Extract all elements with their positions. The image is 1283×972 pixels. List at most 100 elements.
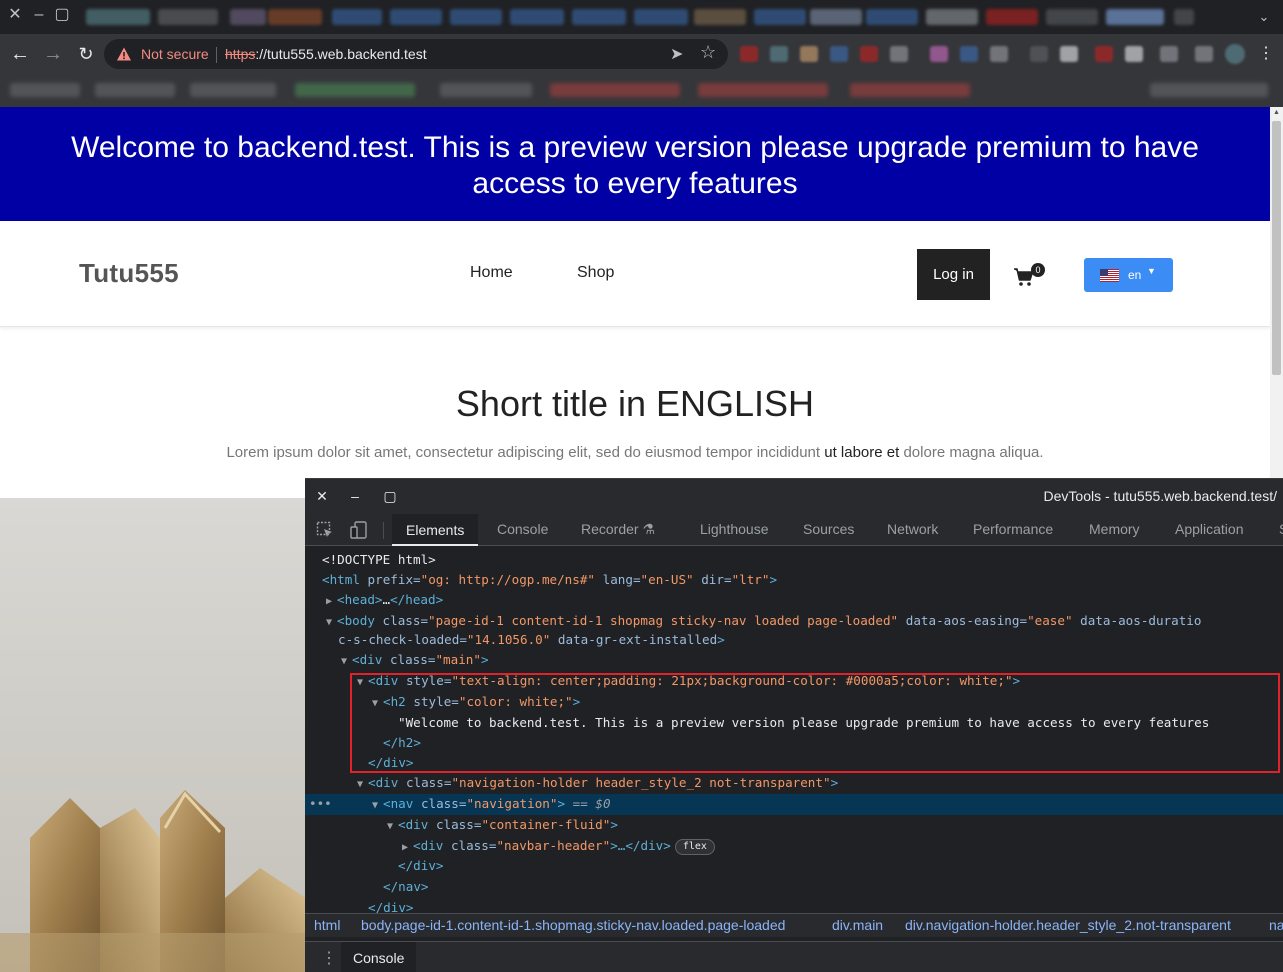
bookmark-item[interactable] (95, 83, 175, 97)
bookmark-item[interactable] (190, 83, 276, 97)
extension-icon[interactable] (990, 46, 1008, 62)
inspect-element-icon[interactable] (316, 521, 334, 539)
browser-tab[interactable] (694, 9, 746, 25)
close-icon[interactable]: ✕ (313, 487, 331, 505)
browser-tab[interactable] (332, 9, 382, 25)
tab-memory[interactable]: Memory (1089, 521, 1140, 537)
maximize-icon[interactable]: ▢ (381, 487, 399, 505)
more-options-icon[interactable]: ••• (309, 794, 332, 815)
maximize-icon[interactable]: ▢ (51, 4, 73, 26)
dom-node-head[interactable]: ▶ <head>…</head> (305, 590, 1283, 611)
profile-avatar[interactable] (1225, 44, 1245, 64)
breadcrumb-div-main[interactable]: div.main (832, 917, 883, 933)
bookmark-item[interactable] (440, 83, 532, 97)
browser-tab[interactable] (158, 9, 218, 25)
browser-tab[interactable] (810, 9, 862, 25)
dom-node-div-main[interactable]: ▼ <div class="main"> (305, 650, 1283, 671)
collapse-triangle-icon[interactable]: ▼ (372, 796, 383, 817)
browser-tab[interactable] (450, 9, 502, 25)
scroll-up-arrow-icon[interactable]: ▲ (1273, 109, 1280, 116)
language-dropdown[interactable]: en ▼ (1084, 258, 1173, 292)
device-toolbar-icon[interactable] (350, 521, 368, 539)
collapse-triangle-icon[interactable]: ▼ (341, 652, 352, 673)
dom-node-div-close[interactable]: </div> (305, 898, 1283, 913)
address-bar[interactable]: Not secure https://tutu555.web.backend.t… (104, 39, 728, 69)
browser-tab-active[interactable] (1106, 9, 1164, 25)
expand-triangle-icon[interactable]: ▶ (326, 592, 337, 613)
tab-application[interactable]: Application (1175, 521, 1244, 537)
browser-tab[interactable] (754, 9, 806, 25)
scrollbar-thumb[interactable] (1272, 121, 1281, 375)
collapse-triangle-icon[interactable]: ▼ (357, 775, 368, 796)
browser-tab[interactable] (926, 9, 978, 25)
dom-node-nav-selected[interactable]: ••• ▼ <nav class="navigation"> == $0 (305, 794, 1283, 815)
extension-icon[interactable] (1060, 46, 1078, 62)
send-icon[interactable]: ➤ (670, 44, 683, 64)
browser-tab[interactable] (866, 9, 918, 25)
dom-node-body-cont[interactable]: c-s-check-loaded="14.1056.0" data-gr-ext… (305, 630, 1283, 651)
cart-button[interactable]: 0 (1013, 263, 1049, 289)
bookmark-star-icon[interactable]: ☆ (700, 42, 716, 63)
tab-security[interactable]: S (1279, 521, 1283, 537)
bookmark-item[interactable] (698, 83, 828, 97)
extension-icon[interactable] (1095, 46, 1113, 62)
nav-link-shop[interactable]: Shop (577, 264, 614, 282)
extension-icon[interactable] (1125, 46, 1143, 62)
dom-node-navholder[interactable]: ▼ <div class="navigation-holder header_st… (305, 773, 1283, 794)
dom-node-navbar-header[interactable]: ▶ <div class="navbar-header">…</div> flex (305, 836, 1283, 857)
back-arrow-icon[interactable]: ← (8, 42, 32, 66)
tab-recorder[interactable]: Recorder ⚗ (581, 521, 655, 538)
bookmark-item[interactable] (550, 83, 680, 97)
forward-arrow-icon[interactable]: → (41, 42, 65, 66)
minimize-icon[interactable]: – (346, 487, 364, 505)
new-tab-button[interactable] (1174, 9, 1194, 25)
extension-icon[interactable] (800, 46, 818, 62)
extension-icon[interactable] (740, 46, 758, 62)
chevron-down-icon[interactable]: ⌄ (1253, 6, 1275, 28)
bookmark-item[interactable] (850, 83, 970, 97)
extension-icon[interactable] (1030, 46, 1048, 62)
breadcrumb-navigation-holder[interactable]: div.navigation-holder.header_style_2.not… (905, 917, 1231, 933)
minimize-icon[interactable]: – (28, 4, 50, 26)
extension-icon[interactable] (1195, 46, 1213, 62)
tab-elements[interactable]: Elements (392, 514, 479, 546)
browser-tab[interactable] (86, 9, 150, 25)
extension-icon[interactable] (830, 46, 848, 62)
dom-node-body[interactable]: ▼ <body class="page-id-1 content-id-1 sho… (305, 611, 1283, 632)
browser-tab[interactable] (1046, 9, 1098, 25)
browser-tab[interactable] (634, 9, 688, 25)
kebab-menu-icon[interactable]: ⋮ (1254, 42, 1278, 66)
dom-node-container[interactable]: ▼ <div class="container-fluid"> (305, 815, 1283, 836)
browser-tab[interactable] (510, 9, 564, 25)
tab-lighthouse[interactable]: Lighthouse (700, 521, 769, 537)
tab-sources[interactable]: Sources (803, 521, 854, 537)
dom-node-html[interactable]: <html prefix="og: http://ogp.me/ns#" lan… (305, 570, 1283, 591)
tab-performance[interactable]: Performance (973, 521, 1053, 537)
tab-console[interactable]: Console (497, 521, 548, 537)
browser-tab[interactable] (268, 9, 322, 25)
bookmark-item[interactable] (295, 83, 415, 97)
breadcrumb-nav[interactable]: na (1269, 917, 1283, 933)
site-logo[interactable]: Tutu555 (79, 258, 179, 289)
breadcrumb-html[interactable]: html (314, 917, 340, 933)
browser-tab[interactable] (986, 9, 1038, 25)
browser-tab[interactable] (572, 9, 626, 25)
collapse-triangle-icon[interactable]: ▼ (387, 817, 398, 838)
dom-node-div-close[interactable]: </div> (305, 856, 1283, 877)
breadcrumb-body[interactable]: body.page-id-1.content-id-1.shopmag.stic… (361, 917, 785, 933)
browser-tab[interactable] (390, 9, 442, 25)
reload-icon[interactable]: ↻ (74, 42, 98, 66)
security-status-label[interactable]: Not secure (141, 46, 209, 62)
browser-tab[interactable] (230, 9, 266, 25)
dom-node-doctype[interactable]: <!DOCTYPE html> (305, 550, 1283, 571)
flex-badge[interactable]: flex (674, 839, 715, 855)
extension-icon[interactable] (860, 46, 878, 62)
extension-icon[interactable] (770, 46, 788, 62)
extension-icon[interactable] (930, 46, 948, 62)
kebab-menu-icon[interactable]: ⋮ (321, 948, 337, 968)
nav-link-home[interactable]: Home (470, 264, 513, 282)
drawer-tab-console[interactable]: Console (341, 942, 417, 972)
bookmark-item[interactable] (10, 83, 80, 97)
url-text[interactable]: https://tutu555.web.backend.test (225, 46, 427, 62)
tab-network[interactable]: Network (887, 521, 938, 537)
